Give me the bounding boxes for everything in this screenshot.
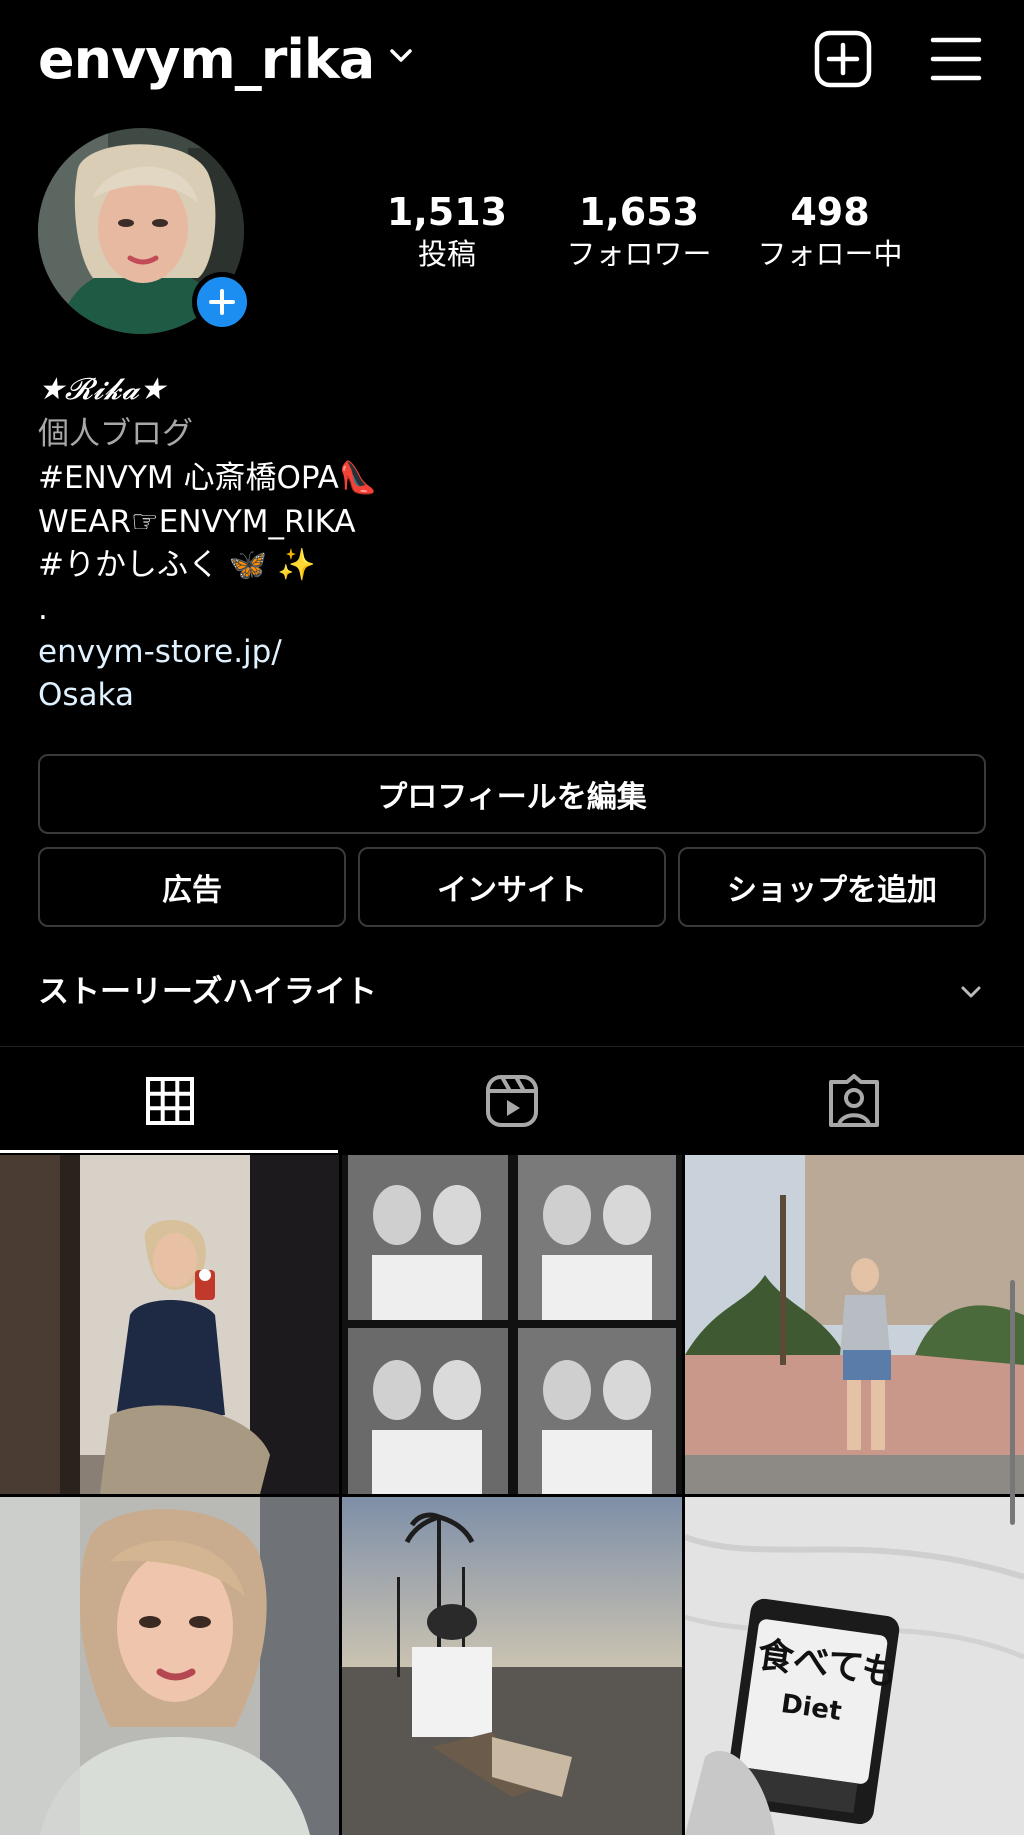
- grid-post[interactable]: [342, 1155, 682, 1494]
- grid-post[interactable]: [685, 1155, 1024, 1494]
- bio-line: #ENVYM 心斎橋OPA👠: [38, 460, 378, 496]
- bio-website-link[interactable]: envym-store.jp/: [38, 632, 282, 672]
- story-highlights-toggle[interactable]: ストーリーズハイライト: [38, 972, 377, 1012]
- stat-posts[interactable]: 1,513 投稿: [352, 190, 542, 272]
- plus-square-icon[interactable]: [814, 30, 872, 88]
- post-photo: [0, 1497, 339, 1835]
- bio-line: #りかしふく 🦋 ✨: [38, 547, 316, 583]
- edit-profile-button[interactable]: プロフィールを編集: [38, 754, 986, 834]
- tab-reels[interactable]: [342, 1068, 682, 1134]
- profile-username[interactable]: envym_rika: [38, 28, 375, 92]
- add-shop-button[interactable]: ショップを追加: [678, 847, 986, 927]
- stat-following-label: フォロー中: [757, 237, 903, 271]
- stat-posts-label: 投稿: [417, 237, 476, 271]
- add-story-button[interactable]: [192, 272, 252, 332]
- hamburger-menu-icon[interactable]: [930, 34, 982, 84]
- post-photo: [0, 1155, 339, 1494]
- stat-posts-count: 1,513: [386, 190, 508, 234]
- active-tab-indicator: [0, 1150, 338, 1153]
- tagged-person-icon: [829, 1074, 879, 1127]
- stat-followers-count: 1,653: [578, 190, 700, 234]
- tab-tagged[interactable]: [684, 1068, 1024, 1134]
- post-photo-collage: [342, 1155, 682, 1494]
- bio-line: .: [38, 591, 48, 627]
- stat-followers-label: フォロワー: [566, 237, 712, 271]
- scrollbar[interactable]: [1010, 1280, 1015, 1525]
- chevron-down-icon[interactable]: [958, 982, 984, 1004]
- reels-icon: [486, 1075, 538, 1127]
- divider: [0, 1046, 1024, 1047]
- profile-display-name: ★𝓡𝓲𝓴𝓪★: [38, 372, 167, 407]
- post-photo: [685, 1155, 1024, 1494]
- plus-icon: [209, 289, 235, 315]
- insights-button[interactable]: インサイト: [358, 847, 666, 927]
- profile-category: 個人ブログ: [38, 416, 193, 452]
- bio-location[interactable]: Osaka: [38, 675, 134, 715]
- ads-button[interactable]: 広告: [38, 847, 346, 927]
- grid-post[interactable]: [342, 1497, 682, 1835]
- bio-line: WEAR☞ENVYM_RIKA: [38, 504, 356, 540]
- stat-following-count: 498: [790, 190, 870, 234]
- grid-post[interactable]: 食べても Diet: [685, 1497, 1024, 1835]
- stat-followers[interactable]: 1,653 フォロワー: [544, 190, 734, 272]
- tab-posts-grid[interactable]: [0, 1068, 340, 1134]
- grid-icon: [146, 1077, 194, 1125]
- post-photo: [342, 1497, 682, 1835]
- chevron-down-icon[interactable]: [388, 42, 414, 68]
- grid-post[interactable]: [0, 1497, 339, 1835]
- stat-following[interactable]: 498 フォロー中: [735, 190, 925, 272]
- grid-post[interactable]: [0, 1155, 339, 1494]
